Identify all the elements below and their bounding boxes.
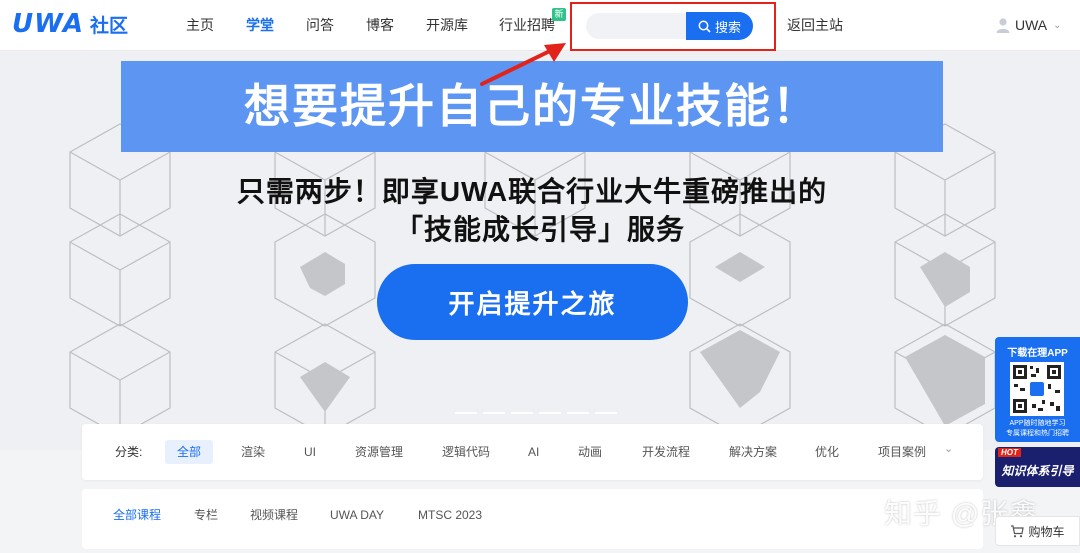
tab-uwa-day[interactable]: UWA DAY <box>330 505 384 525</box>
tab-column[interactable]: 专栏 <box>194 505 218 525</box>
hot-badge: HOT <box>998 448 1021 457</box>
user-menu[interactable]: UWA ⌄ <box>996 14 1062 36</box>
new-badge: 新 <box>552 8 566 21</box>
tab-mtsc[interactable]: MTSC 2023 <box>418 505 482 525</box>
nav-item-qa[interactable]: 问答 <box>306 0 334 51</box>
cart-button[interactable]: 购物车 <box>995 516 1080 546</box>
app-download-title: 下载在理APP <box>1007 348 1068 359</box>
category-cases[interactable]: 项目案例 <box>878 440 926 464</box>
category-animation[interactable]: 动画 <box>578 440 602 464</box>
start-journey-button[interactable]: 开启提升之旅 <box>377 264 688 340</box>
user-name: UWA <box>1015 17 1048 33</box>
banner-subtitle-line1: 只需两步！即享UWA联合行业大牛重磅推出的 <box>236 176 828 207</box>
category-ui[interactable]: UI <box>304 440 316 464</box>
search-button-label: 搜索 <box>714 19 741 35</box>
nav-item-blog[interactable]: 博客 <box>366 0 394 51</box>
nav-item-academy[interactable]: 学堂 <box>246 0 274 51</box>
qr-code-icon <box>1010 362 1064 416</box>
annotation-arrow-icon <box>480 43 566 86</box>
tab-video-courses[interactable]: 视频课程 <box>250 505 298 525</box>
expand-chevron-icon[interactable]: ⌄ <box>944 442 953 455</box>
category-ai[interactable]: AI <box>528 440 539 464</box>
user-avatar-icon <box>996 18 1010 33</box>
category-render[interactable]: 渲染 <box>241 440 265 464</box>
tab-all-courses[interactable]: 全部课程 <box>113 505 161 525</box>
category-label: 分类: <box>115 445 143 459</box>
category-logic[interactable]: 逻辑代码 <box>442 440 490 464</box>
category-optimize[interactable]: 优化 <box>815 440 839 464</box>
logo-subtitle: 社区 <box>90 15 129 37</box>
search-icon <box>698 20 711 33</box>
site-logo[interactable]: UWA 社区 <box>12 9 128 39</box>
qr-caption-2: 专属课程和热门招聘 <box>1006 430 1069 437</box>
banner-subtitle-line2: 「技能成长引导」服务 <box>394 214 685 245</box>
chevron-down-icon: ⌄ <box>1053 19 1062 31</box>
nav-item-home[interactable]: 主页 <box>186 0 214 51</box>
nav-item-opensource[interactable]: 开源库 <box>426 0 468 51</box>
search-input[interactable] <box>586 13 691 39</box>
logo-mark: UWA <box>12 9 84 39</box>
search-button[interactable]: 搜索 <box>686 12 753 40</box>
back-to-main-link[interactable]: 返回主站 <box>787 0 843 51</box>
qr-caption-1: APP随时随地学习 <box>1009 420 1066 427</box>
category-devflow[interactable]: 开发流程 <box>642 440 690 464</box>
category-resource[interactable]: 资源管理 <box>355 440 403 464</box>
category-solutions[interactable]: 解决方案 <box>729 440 777 464</box>
cart-label: 购物车 <box>1028 524 1065 539</box>
cart-icon <box>1011 524 1025 537</box>
carousel-indicators[interactable] <box>455 412 617 414</box>
knowledge-guide-label: 知识体系引导 <box>1001 464 1074 478</box>
category-all[interactable]: 全部 <box>165 440 214 464</box>
